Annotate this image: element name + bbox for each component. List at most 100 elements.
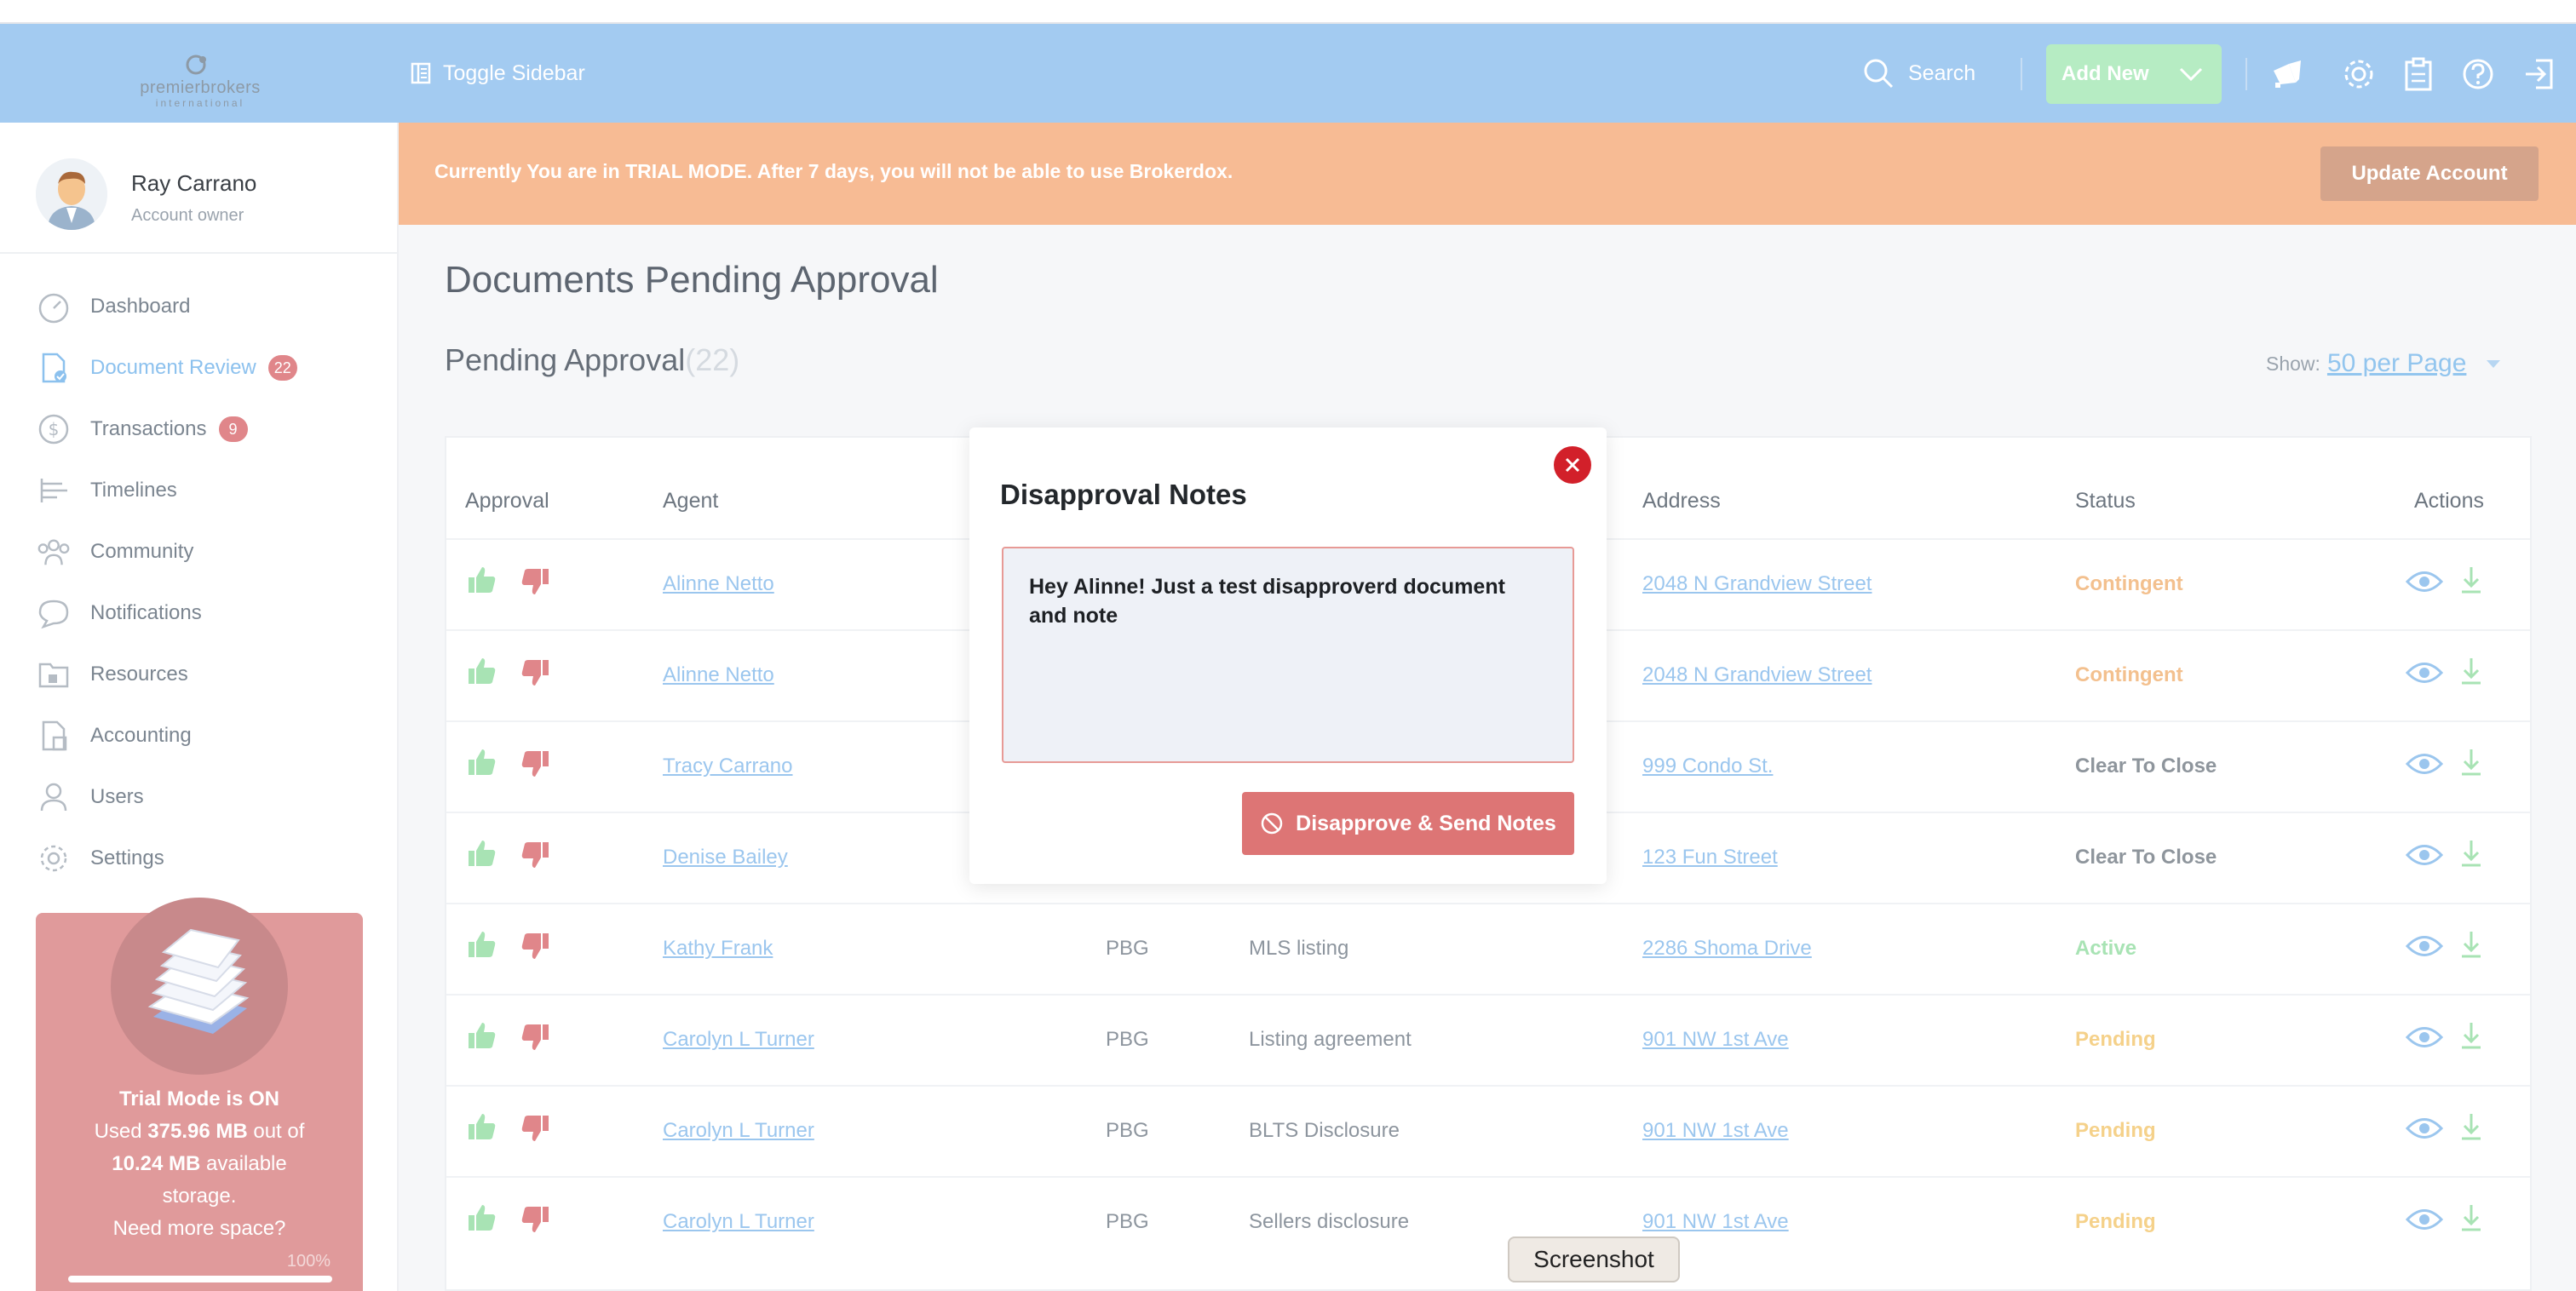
add-new-button[interactable]: Add New: [2046, 44, 2222, 104]
address-link[interactable]: 2048 N Grandview Street: [1642, 572, 1872, 596]
need-more-space-link[interactable]: Need more space?: [36, 1213, 363, 1245]
trial-storage-card: Trial Mode is ON Used 375.96 MB out of 1…: [36, 898, 363, 1291]
address-link[interactable]: 901 NW 1st Ave: [1642, 1210, 1789, 1234]
count-badge: 22: [267, 355, 297, 381]
agent-link[interactable]: Kathy Frank: [663, 937, 773, 961]
sidebar-item-notifications[interactable]: Notifications: [36, 582, 377, 644]
approve-thumbs-up-icon[interactable]: [467, 657, 501, 691]
settings-button[interactable]: [2341, 56, 2377, 92]
modal-title: Disapproval Notes: [1000, 479, 1247, 510]
view-eye-icon[interactable]: [2405, 1024, 2444, 1062]
sidebar-item-document-review[interactable]: Document Review 22: [36, 337, 377, 399]
view-eye-icon[interactable]: [2405, 660, 2444, 697]
address-link[interactable]: 901 NW 1st Ave: [1642, 1119, 1789, 1143]
sidebar-item-users[interactable]: Users: [36, 766, 377, 828]
gear-icon: [36, 841, 72, 876]
sidebar-item-label: Timelines: [90, 479, 177, 502]
clipboard-button[interactable]: [2401, 56, 2436, 92]
agent-link[interactable]: Alinne Netto: [663, 663, 774, 687]
approve-thumbs-up-icon[interactable]: [467, 1021, 501, 1055]
search-button[interactable]: Search: [1862, 56, 1975, 90]
view-eye-icon[interactable]: [2405, 751, 2444, 789]
announcement-button[interactable]: [2269, 56, 2305, 92]
download-icon[interactable]: [2458, 1021, 2496, 1059]
sidebar-nav: Dashboard Document Review 22 $ Transacti…: [36, 276, 377, 889]
disapprove-thumbs-down-icon[interactable]: [520, 1021, 554, 1055]
modal-close-button[interactable]: [1554, 446, 1591, 484]
search-icon: [1864, 59, 1894, 89]
address-link[interactable]: 2286 Shoma Drive: [1642, 937, 1812, 961]
table-row: Carolyn L Turner PBG Listing agreement 901 …: [446, 994, 2530, 1085]
help-button[interactable]: [2460, 56, 2496, 92]
download-icon[interactable]: [2458, 748, 2496, 785]
profile-name: Ray Carrano: [131, 170, 257, 196]
update-account-button[interactable]: Update Account: [2320, 146, 2539, 201]
address-link[interactable]: 901 NW 1st Ave: [1642, 1028, 1789, 1052]
column-header-agent: Agent: [663, 489, 719, 513]
sidebar-item-community[interactable]: Community: [36, 521, 377, 582]
approve-thumbs-up-icon[interactable]: [467, 839, 501, 873]
disapprove-thumbs-down-icon[interactable]: [520, 565, 554, 600]
approve-thumbs-up-icon[interactable]: [467, 930, 501, 964]
agent-link[interactable]: Carolyn L Turner: [663, 1028, 814, 1052]
sidebar-toggle-icon: [411, 62, 431, 84]
address-link[interactable]: 2048 N Grandview Street: [1642, 663, 1872, 687]
view-eye-icon[interactable]: [2405, 569, 2444, 606]
sidebar-item-settings[interactable]: Settings: [36, 828, 377, 889]
view-eye-icon[interactable]: [2405, 1116, 2444, 1153]
disapproval-notes-textarea[interactable]: Hey Alinne! Just a test disapproverd doc…: [1002, 547, 1574, 763]
screenshot-tooltip: Screenshot: [1508, 1236, 1680, 1282]
sidebar-item-label: Community: [90, 540, 194, 563]
avatar-illustration-icon: [36, 158, 107, 230]
disapprove-thumbs-down-icon[interactable]: [520, 657, 554, 691]
view-eye-icon[interactable]: [2405, 842, 2444, 880]
view-eye-icon[interactable]: [2405, 933, 2444, 971]
sidebar-item-label: Resources: [90, 663, 188, 686]
download-icon[interactable]: [2458, 1203, 2496, 1241]
approve-thumbs-up-icon[interactable]: [467, 1112, 501, 1146]
sidebar-item-accounting[interactable]: Accounting: [36, 705, 377, 766]
approve-thumbs-up-icon[interactable]: [467, 1203, 501, 1237]
view-eye-icon[interactable]: [2405, 1207, 2444, 1244]
page-size-selector[interactable]: Show: 50 per Page: [2266, 349, 2501, 378]
agent-link[interactable]: Denise Bailey: [663, 846, 788, 869]
section-title-text: Pending Approval: [445, 342, 686, 377]
agent-link[interactable]: Carolyn L Turner: [663, 1210, 814, 1234]
agent-link[interactable]: Carolyn L Turner: [663, 1119, 814, 1143]
disapprove-thumbs-down-icon[interactable]: [520, 839, 554, 873]
brand-logo[interactable]: premierbrokers international: [136, 53, 264, 109]
page-size-value[interactable]: 50 per Page: [2327, 349, 2466, 378]
trial-storage-text: Trial Mode is ON Used 375.96 MB out of 1…: [36, 1083, 363, 1245]
disapprove-thumbs-down-icon[interactable]: [520, 930, 554, 964]
address-link[interactable]: 999 Condo St.: [1642, 755, 1773, 778]
svg-text:$: $: [49, 419, 60, 439]
agent-link[interactable]: Tracy Carrano: [663, 755, 792, 778]
download-icon[interactable]: [2458, 1112, 2496, 1150]
user-profile[interactable]: Ray Carrano Account owner: [36, 158, 377, 235]
disapprove-thumbs-down-icon[interactable]: [520, 748, 554, 782]
sidebar-item-resources[interactable]: Resources: [36, 644, 377, 705]
sidebar-item-label: Notifications: [90, 601, 202, 624]
logout-button[interactable]: [2521, 56, 2557, 92]
download-icon[interactable]: [2458, 930, 2496, 967]
status-badge: Pending: [2075, 1028, 2156, 1051]
approve-thumbs-up-icon[interactable]: [467, 565, 501, 600]
sidebar-item-transactions[interactable]: $ Transactions 9: [36, 399, 377, 460]
dollar-icon: $: [36, 411, 72, 447]
download-icon[interactable]: [2458, 839, 2496, 876]
disapprove-thumbs-down-icon[interactable]: [520, 1203, 554, 1237]
megaphone-icon: [2274, 60, 2301, 88]
disapprove-thumbs-down-icon[interactable]: [520, 1112, 554, 1146]
toggle-sidebar-button[interactable]: Toggle Sidebar: [411, 58, 585, 89]
sidebar-item-dashboard[interactable]: Dashboard: [36, 276, 377, 337]
download-icon[interactable]: [2458, 657, 2496, 694]
agent-link[interactable]: Alinne Netto: [663, 572, 774, 596]
address-link[interactable]: 123 Fun Street: [1642, 846, 1778, 869]
disapprove-send-notes-button[interactable]: Disapprove & Send Notes: [1242, 792, 1574, 855]
sidebar-item-timelines[interactable]: Timelines: [36, 460, 377, 521]
document-name-cell: Listing agreement: [1249, 1028, 1412, 1051]
download-icon[interactable]: [2458, 565, 2496, 603]
status-badge: Contingent: [2075, 572, 2183, 595]
table-row: Carolyn L Turner PBG BLTS Disclosure 901 NW…: [446, 1085, 2530, 1176]
approve-thumbs-up-icon[interactable]: [467, 748, 501, 782]
